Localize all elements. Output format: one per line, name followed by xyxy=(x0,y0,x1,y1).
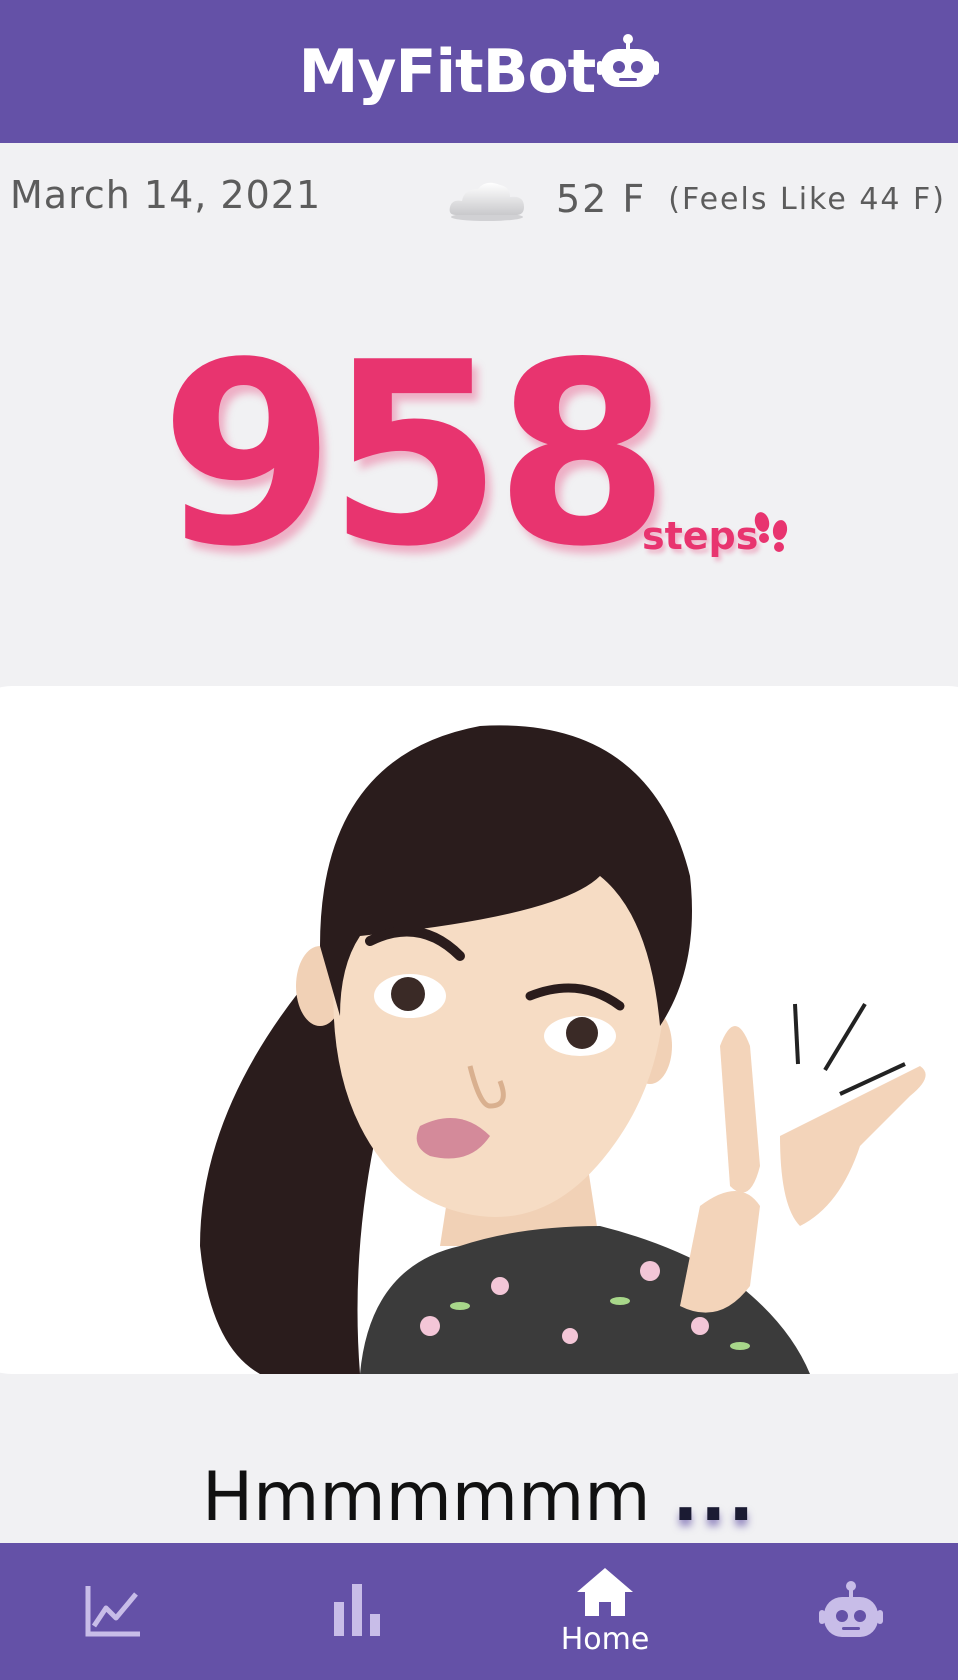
nav-label-home: Home xyxy=(560,1622,650,1657)
robot-icon xyxy=(597,33,660,106)
steps-label: steps xyxy=(642,514,759,558)
temperature: 52 F xyxy=(555,177,647,221)
message-text: Hmmmmmm xyxy=(201,1458,651,1537)
bot-message: Hmmmmmm... xyxy=(0,1458,958,1537)
date-label: March 14, 2021 xyxy=(10,173,322,217)
bottom-navigation: Home xyxy=(0,1543,958,1680)
nav-item-trends[interactable] xyxy=(72,1543,156,1680)
step-counter: 958 steps xyxy=(160,309,800,602)
bar-chart-icon xyxy=(330,1580,386,1644)
avatar-card xyxy=(0,686,958,1374)
step-count: 958 xyxy=(160,309,670,602)
top-app-bar: MyFitBot xyxy=(0,0,958,143)
weather-info: 52 F (Feels Like 44 F) xyxy=(446,173,946,225)
nav-item-home[interactable]: Home xyxy=(550,1543,660,1680)
feels-like: (Feels Like 44 F) xyxy=(668,181,946,217)
cloud-icon xyxy=(446,177,528,225)
app-title-text: MyFitBot xyxy=(298,36,597,107)
avatar-illustration xyxy=(200,725,926,1374)
typing-dots: ... xyxy=(672,1458,757,1537)
nav-item-stats[interactable] xyxy=(318,1543,398,1680)
footprints-icon xyxy=(750,508,792,560)
line-chart-icon xyxy=(84,1582,144,1642)
nav-item-bot[interactable] xyxy=(818,1543,884,1680)
robot-icon xyxy=(819,1580,883,1644)
home-icon xyxy=(575,1566,635,1622)
info-bar: March 14, 2021 52 F (Feels Like 44 F) xyxy=(0,143,958,253)
app-title: MyFitBot xyxy=(298,34,660,107)
